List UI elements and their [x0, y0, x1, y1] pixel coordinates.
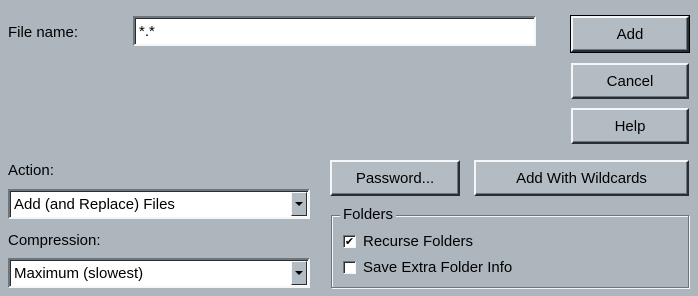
add-with-wildcards-button[interactable]: Add With Wildcards: [474, 160, 689, 196]
add-button[interactable]: Add: [570, 15, 690, 53]
save-extra-folder-info-checkbox[interactable]: [343, 261, 356, 274]
chevron-down-icon[interactable]: [291, 261, 307, 285]
action-selected: Add (and Replace) Files: [14, 195, 175, 213]
action-label: Action:: [8, 162, 54, 179]
file-name-input[interactable]: [135, 18, 534, 44]
checkmark-icon: ✔: [344, 235, 355, 248]
compression-selected: Maximum (slowest): [14, 264, 144, 282]
folders-group-title: Folders: [340, 207, 397, 223]
recurse-folders-checkbox[interactable]: ✔: [343, 235, 356, 248]
save-extra-folder-info-label: Save Extra Folder Info: [363, 259, 513, 276]
file-name-label: File name:: [8, 24, 79, 41]
recurse-folders-label: Recurse Folders: [363, 233, 474, 250]
action-dropdown[interactable]: Add (and Replace) Files: [8, 189, 310, 219]
save-extra-folder-info-option[interactable]: Save Extra Folder Info: [343, 259, 512, 276]
help-button[interactable]: Help: [571, 108, 689, 144]
compression-dropdown[interactable]: Maximum (slowest): [8, 258, 310, 288]
password-button[interactable]: Password...: [330, 160, 460, 196]
file-name-field[interactable]: [133, 16, 536, 46]
recurse-folders-option[interactable]: ✔ Recurse Folders: [343, 233, 473, 250]
compression-label: Compression:: [8, 232, 101, 249]
chevron-down-icon[interactable]: [291, 192, 307, 216]
cancel-button[interactable]: Cancel: [571, 63, 689, 99]
folders-group: [331, 215, 689, 288]
